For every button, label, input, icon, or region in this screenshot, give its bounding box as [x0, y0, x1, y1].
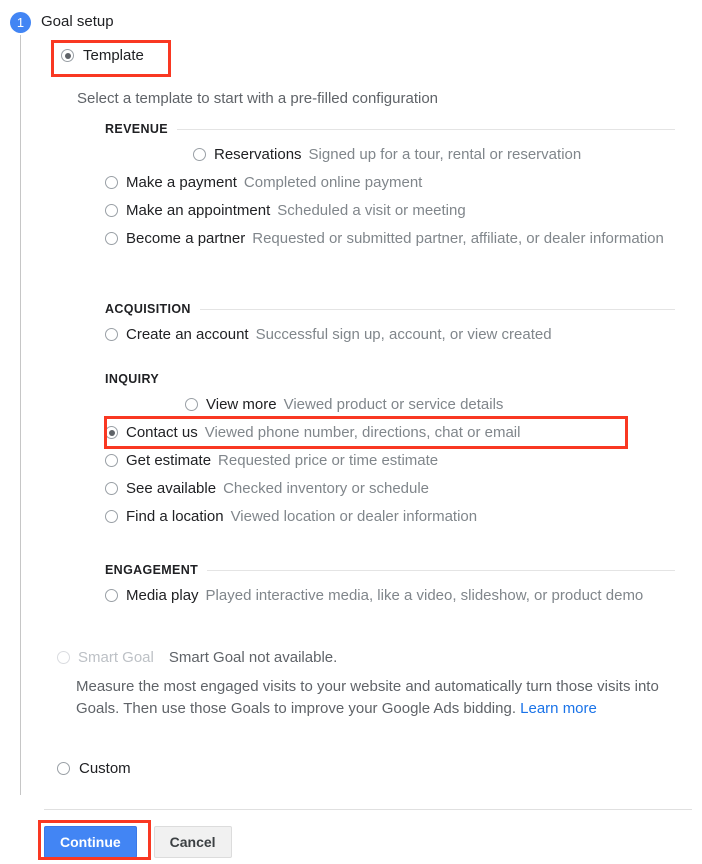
radio-option-icon[interactable]	[185, 398, 198, 411]
goal-setup-step: 1 Goal setup Template Select a template …	[0, 0, 702, 864]
template-option-text: Contact us Viewed phone number, direction…	[126, 423, 520, 442]
template-option-description: Viewed phone number, directions, chat or…	[204, 424, 521, 441]
template-option-row[interactable]: Media play Played interactive media, like…	[105, 586, 675, 605]
section-acquisition: ACQUISITION Create an account Successful s…	[105, 302, 675, 344]
template-option-description: Viewed product or service details	[283, 396, 504, 413]
template-option-description: Requested or submitted partner, affiliat…	[252, 230, 664, 247]
template-option-text: Get estimate Requested price or time esti…	[126, 451, 438, 470]
template-option-text: Reservations Signed up for a tour, rental…	[214, 145, 581, 164]
template-option-label: Contact us	[126, 424, 198, 441]
radio-option-icon[interactable]	[105, 426, 118, 439]
smart-goal-description: Measure the most engaged visits to your …	[76, 676, 676, 719]
template-option-label: Find a location	[126, 508, 224, 525]
section-revenue: REVENUE Reservations Signed up for a tour,…	[105, 122, 675, 248]
cancel-button[interactable]: Cancel	[153, 826, 232, 858]
step-number-badge: 1	[10, 12, 31, 33]
template-option-text: View more Viewed product or service detai…	[206, 395, 503, 414]
radio-option-icon[interactable]	[105, 232, 118, 245]
custom-label: Custom	[79, 760, 131, 777]
template-option-label: Make a payment	[126, 174, 237, 191]
template-option-row[interactable]: Reservations Signed up for a tour, rental…	[105, 145, 675, 164]
section-engagement: ENGAGEMENT Media play Played interactive m…	[105, 563, 675, 605]
template-option-row[interactable]: Make an appointment Scheduled a visit or …	[105, 201, 675, 220]
smart-goal-row: Smart Goal Smart Goal not available.	[57, 649, 337, 666]
section-heading-text: ENGAGEMENT	[105, 563, 199, 577]
radio-option-icon[interactable]	[105, 328, 118, 341]
template-option-label: Become a partner	[126, 230, 246, 247]
learn-more-link[interactable]: Learn more	[520, 700, 597, 717]
template-option-label: Get estimate	[126, 452, 212, 469]
section-heading-engagement: ENGAGEMENT	[105, 563, 675, 577]
template-option-description: Viewed location or dealer information	[230, 508, 478, 525]
radio-option-icon[interactable]	[105, 176, 118, 189]
footer-divider	[44, 809, 692, 810]
template-option-label: Make an appointment	[126, 202, 271, 219]
template-option-text: Become a partner Requested or submitted p…	[126, 229, 664, 248]
template-radio-row[interactable]: Template	[55, 42, 160, 69]
template-option-text: Make a payment Completed online payment	[126, 173, 422, 192]
continue-button[interactable]: Continue	[44, 826, 137, 858]
radio-custom-icon[interactable]	[57, 762, 70, 775]
template-option-label: View more	[206, 396, 277, 413]
radio-option-icon[interactable]	[105, 510, 118, 523]
smart-goal-label: Smart Goal	[78, 649, 154, 666]
template-option-text: Create an account Successful sign up, acc…	[126, 325, 552, 344]
section-inquiry: INQUIRY View more Viewed product or servic…	[105, 372, 675, 526]
section-heading-text: REVENUE	[105, 122, 168, 136]
template-option-label: See available	[126, 480, 217, 497]
template-option-label: Reservations	[214, 146, 302, 163]
custom-radio-row[interactable]: Custom	[57, 760, 131, 777]
template-option-row[interactable]: Become a partner Requested or submitted p…	[105, 229, 675, 248]
radio-option-icon[interactable]	[105, 589, 118, 602]
radio-option-icon[interactable]	[105, 482, 118, 495]
template-option-description: Played interactive media, like a video, …	[205, 587, 644, 604]
template-helper-text: Select a template to start with a pre-fi…	[77, 90, 439, 107]
template-option-row[interactable]: Contact us Viewed phone number, direction…	[105, 423, 675, 442]
template-option-row[interactable]: Make a payment Completed online payment	[105, 173, 675, 192]
template-option-text: Media play Played interactive media, like…	[126, 586, 643, 605]
template-option-text: Make an appointment Scheduled a visit or …	[126, 201, 466, 220]
template-option-label: Create an account	[126, 326, 249, 343]
template-option-label: Media play	[126, 587, 199, 604]
template-option-row[interactable]: Find a location Viewed location or dealer…	[105, 507, 675, 526]
template-option-row[interactable]: Create an account Successful sign up, acc…	[105, 325, 675, 344]
template-option-text: Find a location Viewed location or dealer…	[126, 507, 477, 526]
template-option-description: Completed online payment	[243, 174, 423, 191]
section-heading-text: ACQUISITION	[105, 302, 191, 316]
section-heading-rule	[176, 128, 675, 130]
template-option-text: See available Checked inventory or schedu…	[126, 479, 429, 498]
footer-actions: Continue Cancel	[44, 826, 232, 858]
radio-option-icon[interactable]	[193, 148, 206, 161]
template-option-description: Checked inventory or schedule	[223, 480, 430, 497]
section-heading-acquisition: ACQUISITION	[105, 302, 675, 316]
page-title: Goal setup	[41, 13, 114, 30]
template-option-description: Successful sign up, account, or view cre…	[255, 326, 552, 343]
radio-template-icon[interactable]	[61, 49, 74, 62]
radio-option-icon[interactable]	[105, 204, 118, 217]
template-option-description: Requested price or time estimate	[218, 452, 439, 469]
section-heading-inquiry: INQUIRY	[105, 372, 675, 386]
section-heading-revenue: REVENUE	[105, 122, 675, 136]
template-label: Template	[83, 47, 144, 64]
template-option-description: Signed up for a tour, rental or reservat…	[308, 146, 582, 163]
template-option-description: Scheduled a visit or meeting	[277, 202, 466, 219]
template-option-row[interactable]: Get estimate Requested price or time esti…	[105, 451, 675, 470]
section-heading-text: INQUIRY	[105, 372, 160, 386]
radio-smart-goal-icon	[57, 651, 70, 664]
radio-option-icon[interactable]	[105, 454, 118, 467]
section-heading-rule	[199, 308, 675, 310]
section-heading-rule	[207, 569, 675, 571]
smart-goal-status: Smart Goal not available.	[168, 649, 338, 666]
step-rail	[20, 35, 21, 795]
template-option-row[interactable]: View more Viewed product or service detai…	[105, 395, 675, 414]
template-option-row[interactable]: See available Checked inventory or schedu…	[105, 479, 675, 498]
